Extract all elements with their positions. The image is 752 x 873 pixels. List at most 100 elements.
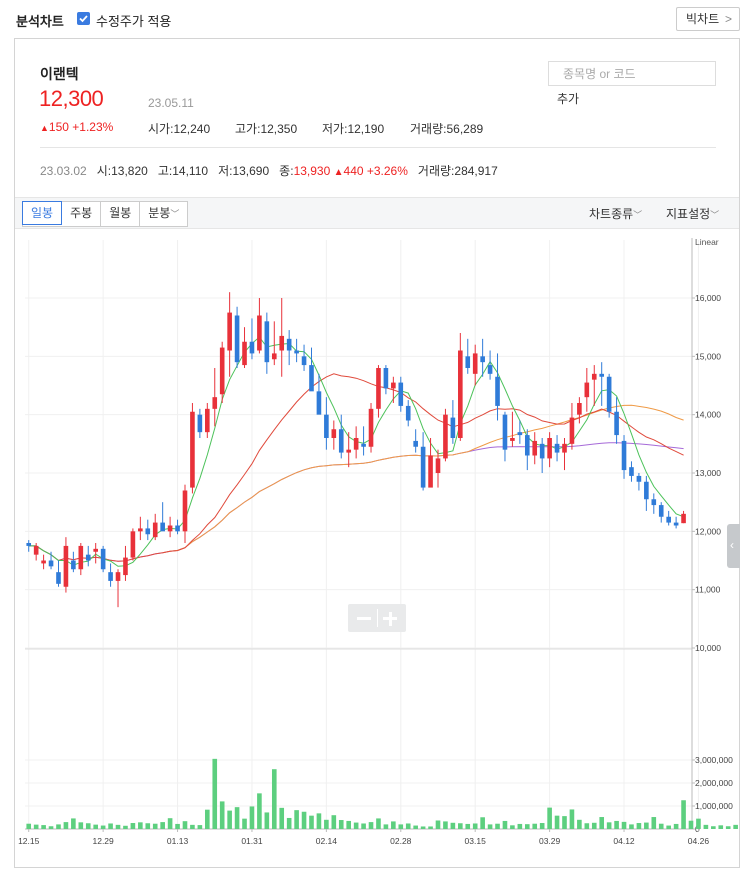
- volume-bar: [405, 823, 411, 829]
- chart-type-dropdown[interactable]: 차트종류﹀: [589, 205, 642, 222]
- volume-bar: [85, 823, 91, 829]
- volume-bar: [472, 823, 478, 829]
- page-title: 분석차트: [16, 14, 64, 29]
- volume-bar: [711, 826, 716, 829]
- volume-bar: [703, 824, 709, 829]
- side-panel-toggle[interactable]: ‹: [727, 524, 740, 568]
- candle-down: [286, 338, 292, 351]
- candle-up: [190, 411, 195, 488]
- indicator-settings-dropdown[interactable]: 지표설정﹀: [666, 205, 719, 222]
- volume-bar: [658, 823, 664, 829]
- volume-bar: [257, 793, 262, 829]
- bigchart-button[interactable]: 빅차트 >: [676, 7, 740, 31]
- candle-down: [487, 365, 493, 374]
- volume-bar: [227, 810, 232, 829]
- price-tick-label: 12,000: [695, 526, 721, 536]
- tab-monthly[interactable]: 월봉: [101, 202, 141, 226]
- candle-up: [205, 408, 210, 433]
- volume-bar: [524, 824, 530, 829]
- candle-down: [85, 554, 91, 561]
- volume-bar: [480, 817, 485, 829]
- quote-date: 23.05.11: [148, 96, 194, 110]
- candle-up: [591, 373, 597, 380]
- volume-bar: [644, 822, 649, 829]
- x-tick-label: 12.29: [92, 836, 114, 846]
- volume-bar: [502, 820, 508, 829]
- candle-down: [517, 432, 523, 436]
- tab-minute[interactable]: 분봉﹀: [140, 202, 187, 226]
- volume-bar: [78, 822, 84, 829]
- adjusted-price-label[interactable]: 수정주가 적용: [96, 11, 171, 30]
- volume-bar: [152, 823, 158, 829]
- tab-daily[interactable]: 일봉: [22, 201, 63, 225]
- volume-tick-label: 1,000,000: [695, 801, 733, 811]
- volume-bar: [331, 815, 337, 829]
- volume-bar: [666, 825, 671, 829]
- high-value: 고가:12,350: [235, 122, 298, 136]
- stock-search-box[interactable]: [548, 61, 716, 86]
- candle-up: [242, 341, 247, 366]
- stock-chart[interactable]: Linear 10,000 11,000 12,000 13,000 14,000 15,0…: [15, 230, 739, 866]
- search-input[interactable]: [561, 62, 715, 86]
- volume-bar: [234, 807, 240, 829]
- volume-bar: [324, 819, 329, 829]
- volume-value: 거래량:56,289: [410, 122, 484, 136]
- volume-bar: [249, 806, 255, 829]
- candle-up: [93, 548, 98, 552]
- volume-bar: [443, 821, 448, 829]
- volume-bar: [353, 822, 359, 829]
- volume-bar: [413, 825, 418, 829]
- tab-weekly[interactable]: 주봉: [62, 202, 102, 226]
- candle-down: [197, 414, 203, 433]
- volume-bar: [487, 824, 493, 829]
- candle-down: [413, 440, 418, 447]
- chart-background: [15, 230, 739, 866]
- stock-name: 이랜텍: [40, 66, 79, 82]
- price-tick-label: 10,000: [695, 643, 721, 653]
- candle-up: [391, 382, 396, 389]
- candle-up: [123, 557, 128, 576]
- candle-down: [361, 443, 366, 447]
- candle-down: [249, 341, 255, 354]
- add-button[interactable]: 추가: [557, 90, 579, 107]
- volume-bar: [495, 823, 500, 829]
- volume-tick-label: 3,000,000: [695, 755, 733, 765]
- candle-down: [599, 373, 605, 377]
- candle-up: [279, 335, 285, 351]
- volume-bar: [294, 810, 299, 829]
- volume-bar: [167, 818, 173, 829]
- volume-bar: [145, 823, 151, 829]
- candle-up: [115, 572, 121, 581]
- candle-up: [472, 353, 478, 374]
- volume-bar: [688, 820, 694, 829]
- candle-up: [212, 397, 218, 409]
- x-tick-label: 02.14: [316, 836, 338, 846]
- volume-bar: [391, 821, 396, 829]
- volume-bar: [346, 820, 352, 829]
- x-tick-label: 01.13: [167, 836, 189, 846]
- candle-down: [338, 429, 344, 453]
- candle-down: [71, 560, 76, 570]
- volume-bar: [338, 820, 344, 829]
- x-tick-label: 04.12: [613, 836, 635, 846]
- divider: [40, 147, 716, 148]
- x-tick-label: 04.26: [688, 836, 710, 846]
- volume-bar: [93, 824, 98, 829]
- candle-up: [130, 531, 136, 558]
- adjusted-price-checkbox[interactable]: [77, 12, 90, 25]
- candle-up: [443, 414, 448, 459]
- volume-bar: [718, 825, 724, 829]
- zoom-out-button[interactable]: [357, 617, 371, 620]
- volume-bar: [606, 822, 612, 829]
- candle-down: [398, 382, 404, 406]
- candle-up: [562, 443, 567, 453]
- candle-down: [100, 548, 106, 570]
- candle-down: [621, 440, 627, 471]
- candle-up: [458, 350, 463, 438]
- volume-bar: [138, 822, 143, 829]
- price-tick-label: 11,000: [695, 585, 721, 595]
- volume-bar: [271, 769, 277, 829]
- volume-bar: [383, 824, 389, 829]
- x-tick-label: 03.29: [539, 836, 561, 846]
- volume-bar: [465, 823, 471, 829]
